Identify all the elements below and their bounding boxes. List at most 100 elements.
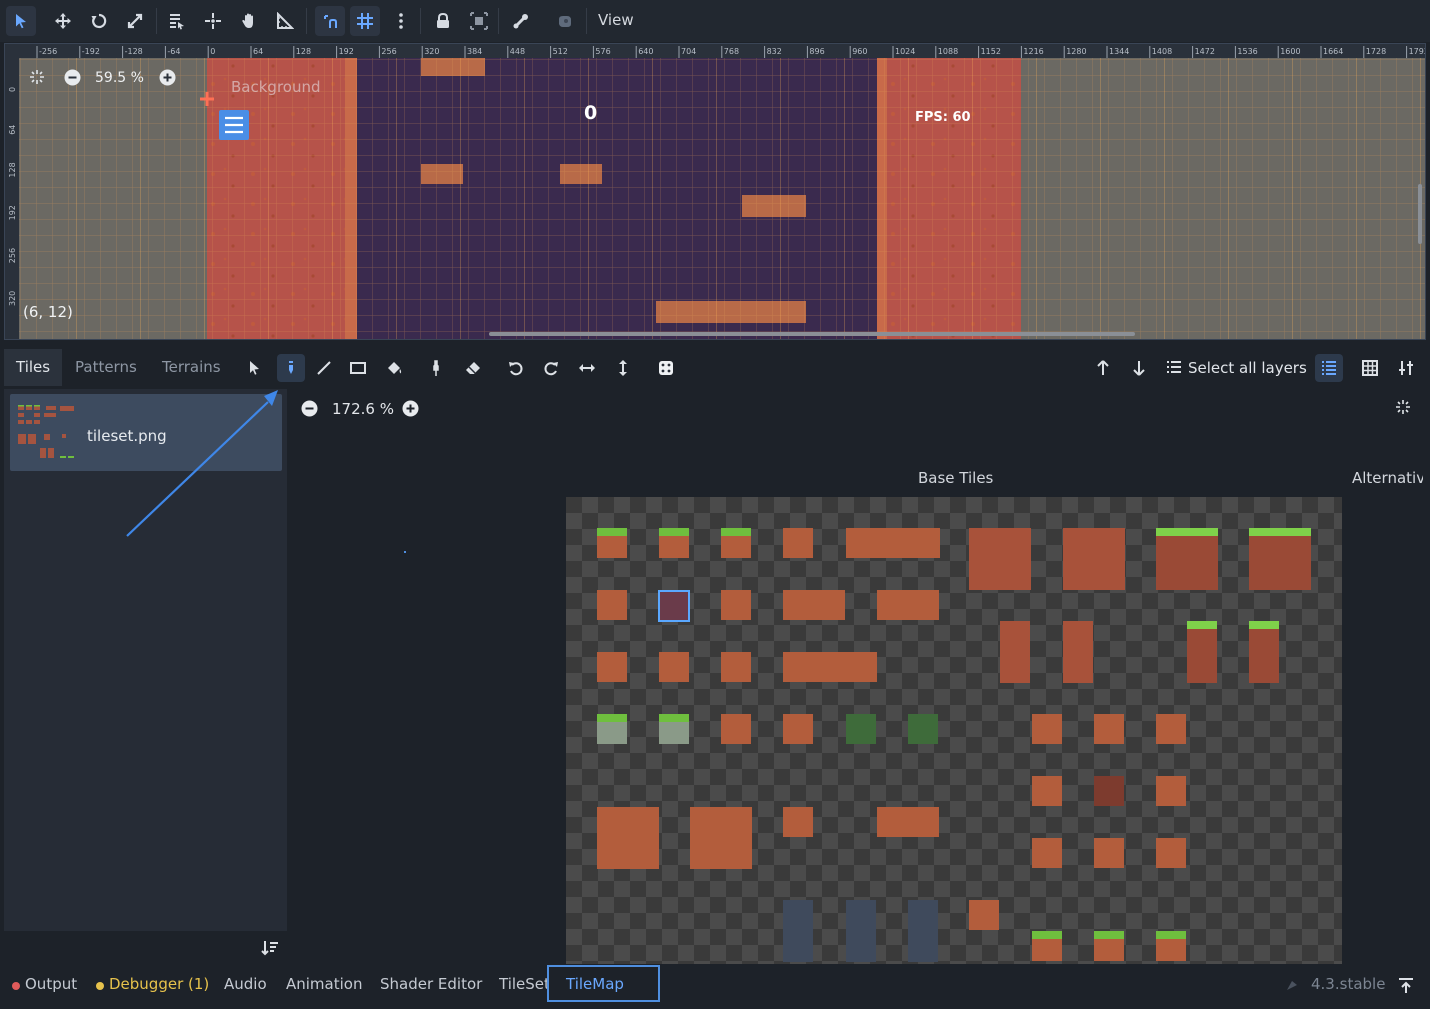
- atlas-tile[interactable]: [1187, 621, 1217, 683]
- scene-canvas[interactable]: -256 -192 -128 -64 0 64 128 192 256 320 384 448 512 5…: [5, 44, 1426, 340]
- highlight-layer-button[interactable]: [1315, 354, 1343, 382]
- horizontal-scrollbar[interactable]: [489, 332, 1135, 336]
- atlas-tile[interactable]: [597, 652, 627, 682]
- select-layers-button[interactable]: [1166, 359, 1182, 379]
- atlas-tile[interactable]: [1094, 776, 1124, 806]
- flip-v-button[interactable]: [609, 354, 637, 382]
- sort-sources-button[interactable]: [261, 939, 279, 961]
- group-button[interactable]: [464, 6, 494, 36]
- flip-h-button[interactable]: [573, 354, 601, 382]
- atlas-tile[interactable]: [1094, 838, 1124, 868]
- tab-terrains[interactable]: Terrains: [150, 349, 238, 386]
- view-menu[interactable]: View: [598, 11, 634, 29]
- vertical-scrollbar[interactable]: [1418, 184, 1422, 244]
- scale-mode-button[interactable]: [120, 6, 150, 36]
- atlas-tile[interactable]: [1156, 528, 1218, 590]
- atlas-tile[interactable]: [969, 900, 999, 930]
- skeleton-button[interactable]: [506, 6, 536, 36]
- selection-tool-button[interactable]: [240, 354, 268, 382]
- select-mode-button[interactable]: [6, 6, 36, 36]
- animation-tab[interactable]: Animation: [286, 975, 362, 993]
- atlas-tile[interactable]: [1000, 621, 1030, 683]
- ruler-button[interactable]: [270, 6, 300, 36]
- audio-tab[interactable]: Audio: [224, 975, 267, 993]
- rect-tool-button[interactable]: [344, 354, 372, 382]
- shader-editor-tab[interactable]: Shader Editor: [380, 975, 482, 993]
- atlas-tile[interactable]: [908, 714, 938, 744]
- canvas-viewport[interactable]: -256 -192 -128 -64 0 64 128 192 256 320 384 448 512 5…: [4, 43, 1426, 340]
- more-options-button[interactable]: [386, 6, 416, 36]
- atlas-tile[interactable]: [783, 714, 813, 744]
- layer-up-button[interactable]: [1089, 354, 1117, 382]
- grid-snap-button[interactable]: [350, 6, 380, 36]
- atlas-center-view-icon[interactable]: [1395, 399, 1411, 419]
- selected-tile[interactable]: [658, 590, 690, 622]
- paint-tool-button[interactable]: [277, 354, 305, 382]
- atlas-tile[interactable]: [1249, 528, 1311, 590]
- rotate-mode-button[interactable]: [84, 6, 114, 36]
- move-mode-button[interactable]: [48, 6, 78, 36]
- pivot-button[interactable]: [198, 6, 228, 36]
- atlas-tile[interactable]: [721, 652, 751, 682]
- tab-patterns[interactable]: Patterns: [63, 349, 150, 386]
- atlas-tile[interactable]: [721, 714, 751, 744]
- debugger-tab[interactable]: Debugger (1): [109, 975, 209, 993]
- select-all-layers-label[interactable]: Select all layers: [1188, 359, 1307, 377]
- atlas-tile[interactable]: [690, 807, 752, 869]
- atlas-tile[interactable]: [1032, 838, 1062, 868]
- center-view-icon[interactable]: [29, 69, 45, 89]
- atlas-tile[interactable]: [1156, 714, 1186, 744]
- atlas-zoom-out-icon[interactable]: [301, 400, 318, 421]
- atlas-zoom-level[interactable]: 172.6 %: [332, 400, 394, 418]
- smart-snap-button[interactable]: [315, 6, 345, 36]
- atlas-tile[interactable]: [1156, 838, 1186, 868]
- camera-override-button[interactable]: [550, 6, 580, 36]
- atlas-tile[interactable]: [783, 807, 813, 837]
- output-tab[interactable]: Output: [25, 975, 77, 993]
- atlas-tile[interactable]: [721, 590, 751, 620]
- zoom-level[interactable]: 59.5 %: [95, 70, 144, 86]
- atlas-tile[interactable]: [783, 900, 813, 962]
- atlas-tile[interactable]: [969, 528, 1031, 590]
- atlas-tile[interactable]: [783, 590, 845, 620]
- lock-button[interactable]: [428, 6, 458, 36]
- atlas-tile[interactable]: [1094, 714, 1124, 744]
- atlas-tile[interactable]: [783, 652, 877, 682]
- toggle-grid-button[interactable]: [1356, 354, 1384, 382]
- atlas-tile[interactable]: [846, 714, 876, 744]
- list-selectable-button[interactable]: [162, 6, 192, 36]
- tileset-atlas[interactable]: [566, 497, 1342, 964]
- tab-tiles[interactable]: Tiles: [4, 349, 62, 386]
- atlas-tile[interactable]: [1032, 714, 1062, 744]
- advanced-menu-button[interactable]: [1392, 354, 1420, 382]
- layer-down-button[interactable]: [1125, 354, 1153, 382]
- expand-panel-icon[interactable]: [1397, 977, 1415, 999]
- atlas-zoom-in-icon[interactable]: [402, 400, 419, 421]
- atlas-tile[interactable]: [1156, 776, 1186, 806]
- zoom-in-icon[interactable]: [159, 69, 176, 90]
- atlas-tile[interactable]: [783, 528, 813, 558]
- atlas-tile[interactable]: [908, 900, 938, 962]
- eraser-tool-button[interactable]: [459, 354, 487, 382]
- atlas-tile[interactable]: [877, 590, 939, 620]
- atlas-tile[interactable]: [1063, 528, 1125, 590]
- atlas-tile[interactable]: [846, 900, 876, 962]
- atlas-tile[interactable]: [1032, 776, 1062, 806]
- atlas-tile[interactable]: [1249, 621, 1279, 683]
- tile-atlas-view[interactable]: 172.6 % Base Tiles Alternativ: [292, 389, 1423, 964]
- zoom-out-icon[interactable]: [64, 69, 81, 90]
- pan-button[interactable]: [234, 6, 264, 36]
- line-tool-button[interactable]: [310, 354, 338, 382]
- atlas-tile[interactable]: [597, 590, 627, 620]
- rotate-left-button[interactable]: [502, 354, 530, 382]
- atlas-tile[interactable]: [877, 807, 939, 837]
- bucket-tool-button[interactable]: [380, 354, 408, 382]
- picker-tool-button[interactable]: [422, 354, 450, 382]
- atlas-tile[interactable]: [846, 528, 940, 558]
- atlas-tile[interactable]: [597, 807, 659, 869]
- tileset-tab[interactable]: TileSet: [499, 975, 547, 993]
- atlas-tile[interactable]: [1063, 621, 1093, 683]
- atlas-tile[interactable]: [659, 652, 689, 682]
- random-tile-button[interactable]: [652, 354, 680, 382]
- rotate-right-button[interactable]: [537, 354, 565, 382]
